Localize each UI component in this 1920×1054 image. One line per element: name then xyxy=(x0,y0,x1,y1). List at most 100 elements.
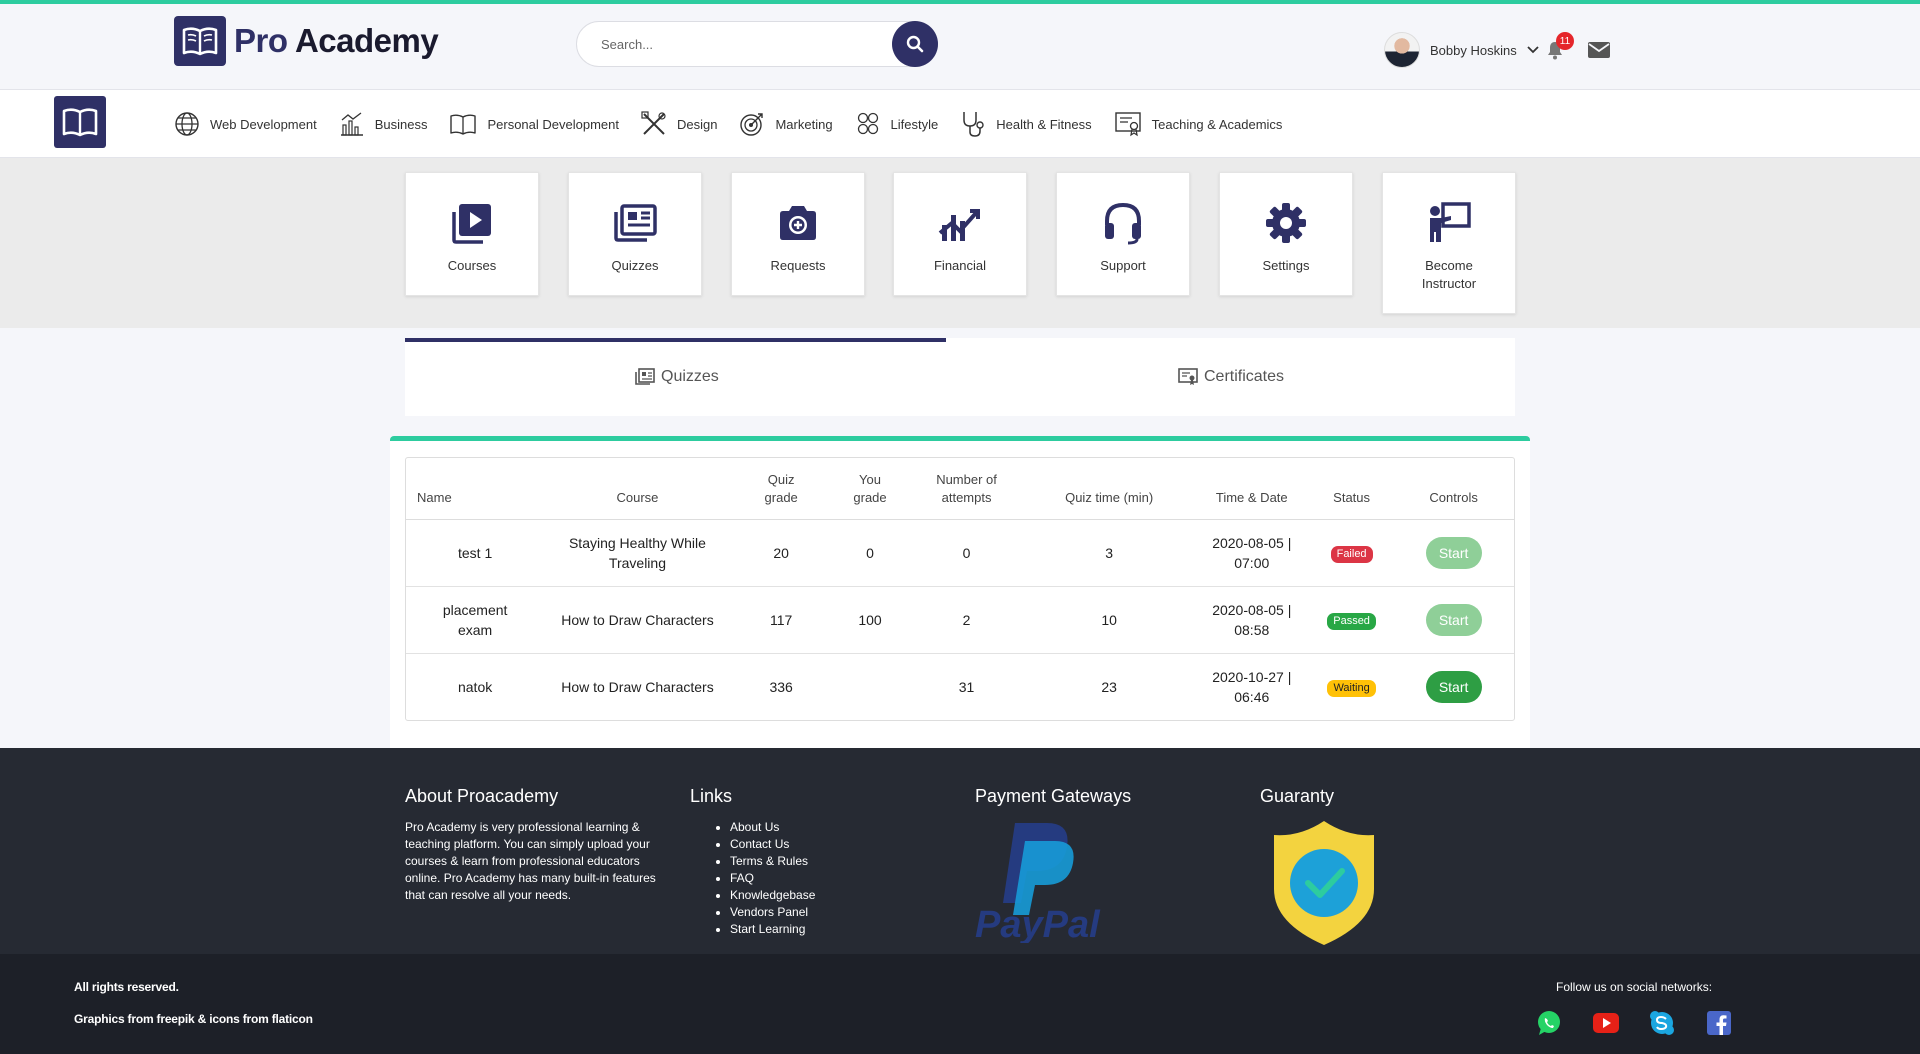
cell-you-grade xyxy=(832,653,909,720)
table-header-row: Name Course Quiz grade You grade Number … xyxy=(406,458,1514,520)
cell-time-date: 2020-08-05 | 08:58 xyxy=(1193,586,1310,654)
open-book-icon[interactable] xyxy=(54,96,106,148)
chevron-down-icon xyxy=(1527,46,1539,54)
category-personal-development[interactable]: Personal Development xyxy=(449,112,619,136)
open-book-icon xyxy=(174,16,226,66)
tile-settings[interactable]: Settings xyxy=(1219,172,1353,296)
cell-course: Staying Healthy While Traveling xyxy=(544,519,731,587)
category-marketing[interactable]: Marketing xyxy=(739,111,833,137)
design-tools-icon xyxy=(641,111,666,135)
target-icon xyxy=(740,113,764,136)
brand-logo[interactable]: Pro Academy xyxy=(174,16,439,66)
footer-guaranty: Guaranty xyxy=(1260,786,1376,952)
footer-about: About Proacademy Pro Academy is very pro… xyxy=(405,786,663,904)
dashboard-tiles: Courses Quizzes Requests Financial Suppo… xyxy=(0,158,1920,328)
table-row: natok How to Draw Characters 336 31 23 2… xyxy=(406,653,1514,720)
category-business[interactable]: Business xyxy=(339,111,427,137)
footer-link-start-learning[interactable]: Start Learning xyxy=(730,921,815,938)
cell-quiz-grade: 117 xyxy=(730,586,832,654)
footer-link-contact-us[interactable]: Contact Us xyxy=(730,836,815,853)
cell-status: Waiting xyxy=(1310,653,1393,720)
tile-financial[interactable]: Financial xyxy=(893,172,1027,296)
cell-status: Passed xyxy=(1309,586,1394,654)
stethoscope-icon xyxy=(963,112,984,137)
tile-courses[interactable]: Courses xyxy=(405,172,539,296)
user-name: Bobby Hoskins xyxy=(1430,42,1517,58)
cell-controls: Start xyxy=(1393,519,1514,587)
follow-text: Follow us on social networks: xyxy=(1556,980,1713,994)
certificate-icon xyxy=(1114,112,1141,137)
col-quiz-time: Quiz time (min) xyxy=(1024,458,1194,520)
whatsapp-button[interactable] xyxy=(1536,1010,1562,1036)
search-button[interactable] xyxy=(892,21,938,67)
cell-time-date: 2020-10-27 | 06:46 xyxy=(1212,668,1292,705)
shield-check-icon xyxy=(1274,821,1374,945)
footer-link-terms[interactable]: Terms & Rules xyxy=(730,853,815,870)
quiz-icon xyxy=(635,368,655,385)
category-teaching-academics[interactable]: Teaching & Academics xyxy=(1114,111,1282,137)
col-attempts: Number of attempts xyxy=(908,458,1025,520)
tile-quizzes[interactable]: Quizzes xyxy=(568,172,702,296)
instructor-icon xyxy=(1427,201,1471,245)
footer-guaranty-title: Guaranty xyxy=(1260,786,1335,806)
footer-payment-title: Payment Gateways xyxy=(975,786,1132,806)
notification-count-badge: 11 xyxy=(1556,32,1574,50)
cell-controls: Start xyxy=(1393,586,1514,654)
footer-link-faq[interactable]: FAQ xyxy=(730,870,815,887)
active-tab-indicator xyxy=(405,338,946,342)
certificate-icon xyxy=(1178,368,1198,385)
footer-bottom-bar: All rights reserved. Graphics from freep… xyxy=(0,954,1920,1054)
footer-link-knowledgebase[interactable]: Knowledgebase xyxy=(730,887,815,904)
tile-support[interactable]: Support xyxy=(1056,172,1190,296)
video-library-icon xyxy=(451,201,493,245)
tab-quizzes[interactable]: Quizzes xyxy=(635,368,719,386)
rights-text: All rights reserved. xyxy=(74,980,179,994)
start-quiz-button[interactable]: Start xyxy=(1425,670,1482,703)
col-name: Name xyxy=(406,458,545,520)
cell-quiz-grade: 20 xyxy=(730,519,832,587)
category-lifestyle[interactable]: Lifestyle xyxy=(855,111,938,137)
start-quiz-button[interactable]: Start xyxy=(1425,536,1482,569)
search-box xyxy=(576,21,938,67)
user-menu[interactable]: Bobby Hoskins xyxy=(1384,32,1539,68)
book-icon xyxy=(450,114,477,135)
skype-icon xyxy=(1650,1011,1674,1035)
search-icon xyxy=(906,35,924,53)
cell-you-grade: 0 xyxy=(831,519,909,587)
facebook-button[interactable] xyxy=(1706,1010,1732,1036)
col-you-grade: You grade xyxy=(831,458,909,520)
cell-quiz-grade: 336 xyxy=(769,678,793,695)
growth-chart-icon xyxy=(938,201,982,245)
globe-icon xyxy=(175,112,199,136)
credits-text: Graphics from freepik & icons from flati… xyxy=(74,1012,313,1026)
tile-become-instructor[interactable]: Become Instructor xyxy=(1382,172,1516,314)
start-quiz-button[interactable]: Start xyxy=(1425,603,1482,636)
cell-quiz-time: 23 xyxy=(1101,678,1117,695)
tab-certificates[interactable]: Certificates xyxy=(1178,368,1284,386)
footer-about-text: Pro Academy is very professional learnin… xyxy=(405,820,656,902)
cell-status: Failed xyxy=(1309,519,1394,587)
col-course: Course xyxy=(544,458,731,520)
site-header: Pro Academy Bobby Hoskins 11 xyxy=(0,4,1920,90)
category-design[interactable]: Design xyxy=(641,111,717,137)
status-badge: Passed xyxy=(1327,613,1376,630)
search-input[interactable] xyxy=(601,34,861,54)
col-controls: Controls xyxy=(1393,458,1514,520)
youtube-button[interactable] xyxy=(1593,1010,1619,1036)
paypal-logo: PayPal xyxy=(975,823,1101,946)
messages-button[interactable] xyxy=(1588,42,1610,63)
status-badge: Waiting xyxy=(1327,680,1376,698)
svg-text:PayPal: PayPal xyxy=(975,904,1101,943)
category-web-development[interactable]: Web Development xyxy=(174,111,317,137)
footer-link-vendors-panel[interactable]: Vendors Panel xyxy=(730,904,815,921)
tile-requests[interactable]: Requests xyxy=(731,172,865,296)
footer-link-about-us[interactable]: About Us xyxy=(730,819,815,836)
col-time-date: Time & Date xyxy=(1193,458,1310,520)
col-status: Status xyxy=(1309,458,1394,520)
cell-name: test 1 xyxy=(406,519,545,587)
skype-button[interactable] xyxy=(1649,1010,1675,1036)
status-badge: Failed xyxy=(1330,546,1373,563)
category-health-fitness[interactable]: Health & Fitness xyxy=(960,110,1092,138)
avatar xyxy=(1384,32,1420,68)
quizzes-table: Name Course Quiz grade You grade Number … xyxy=(406,458,1514,720)
